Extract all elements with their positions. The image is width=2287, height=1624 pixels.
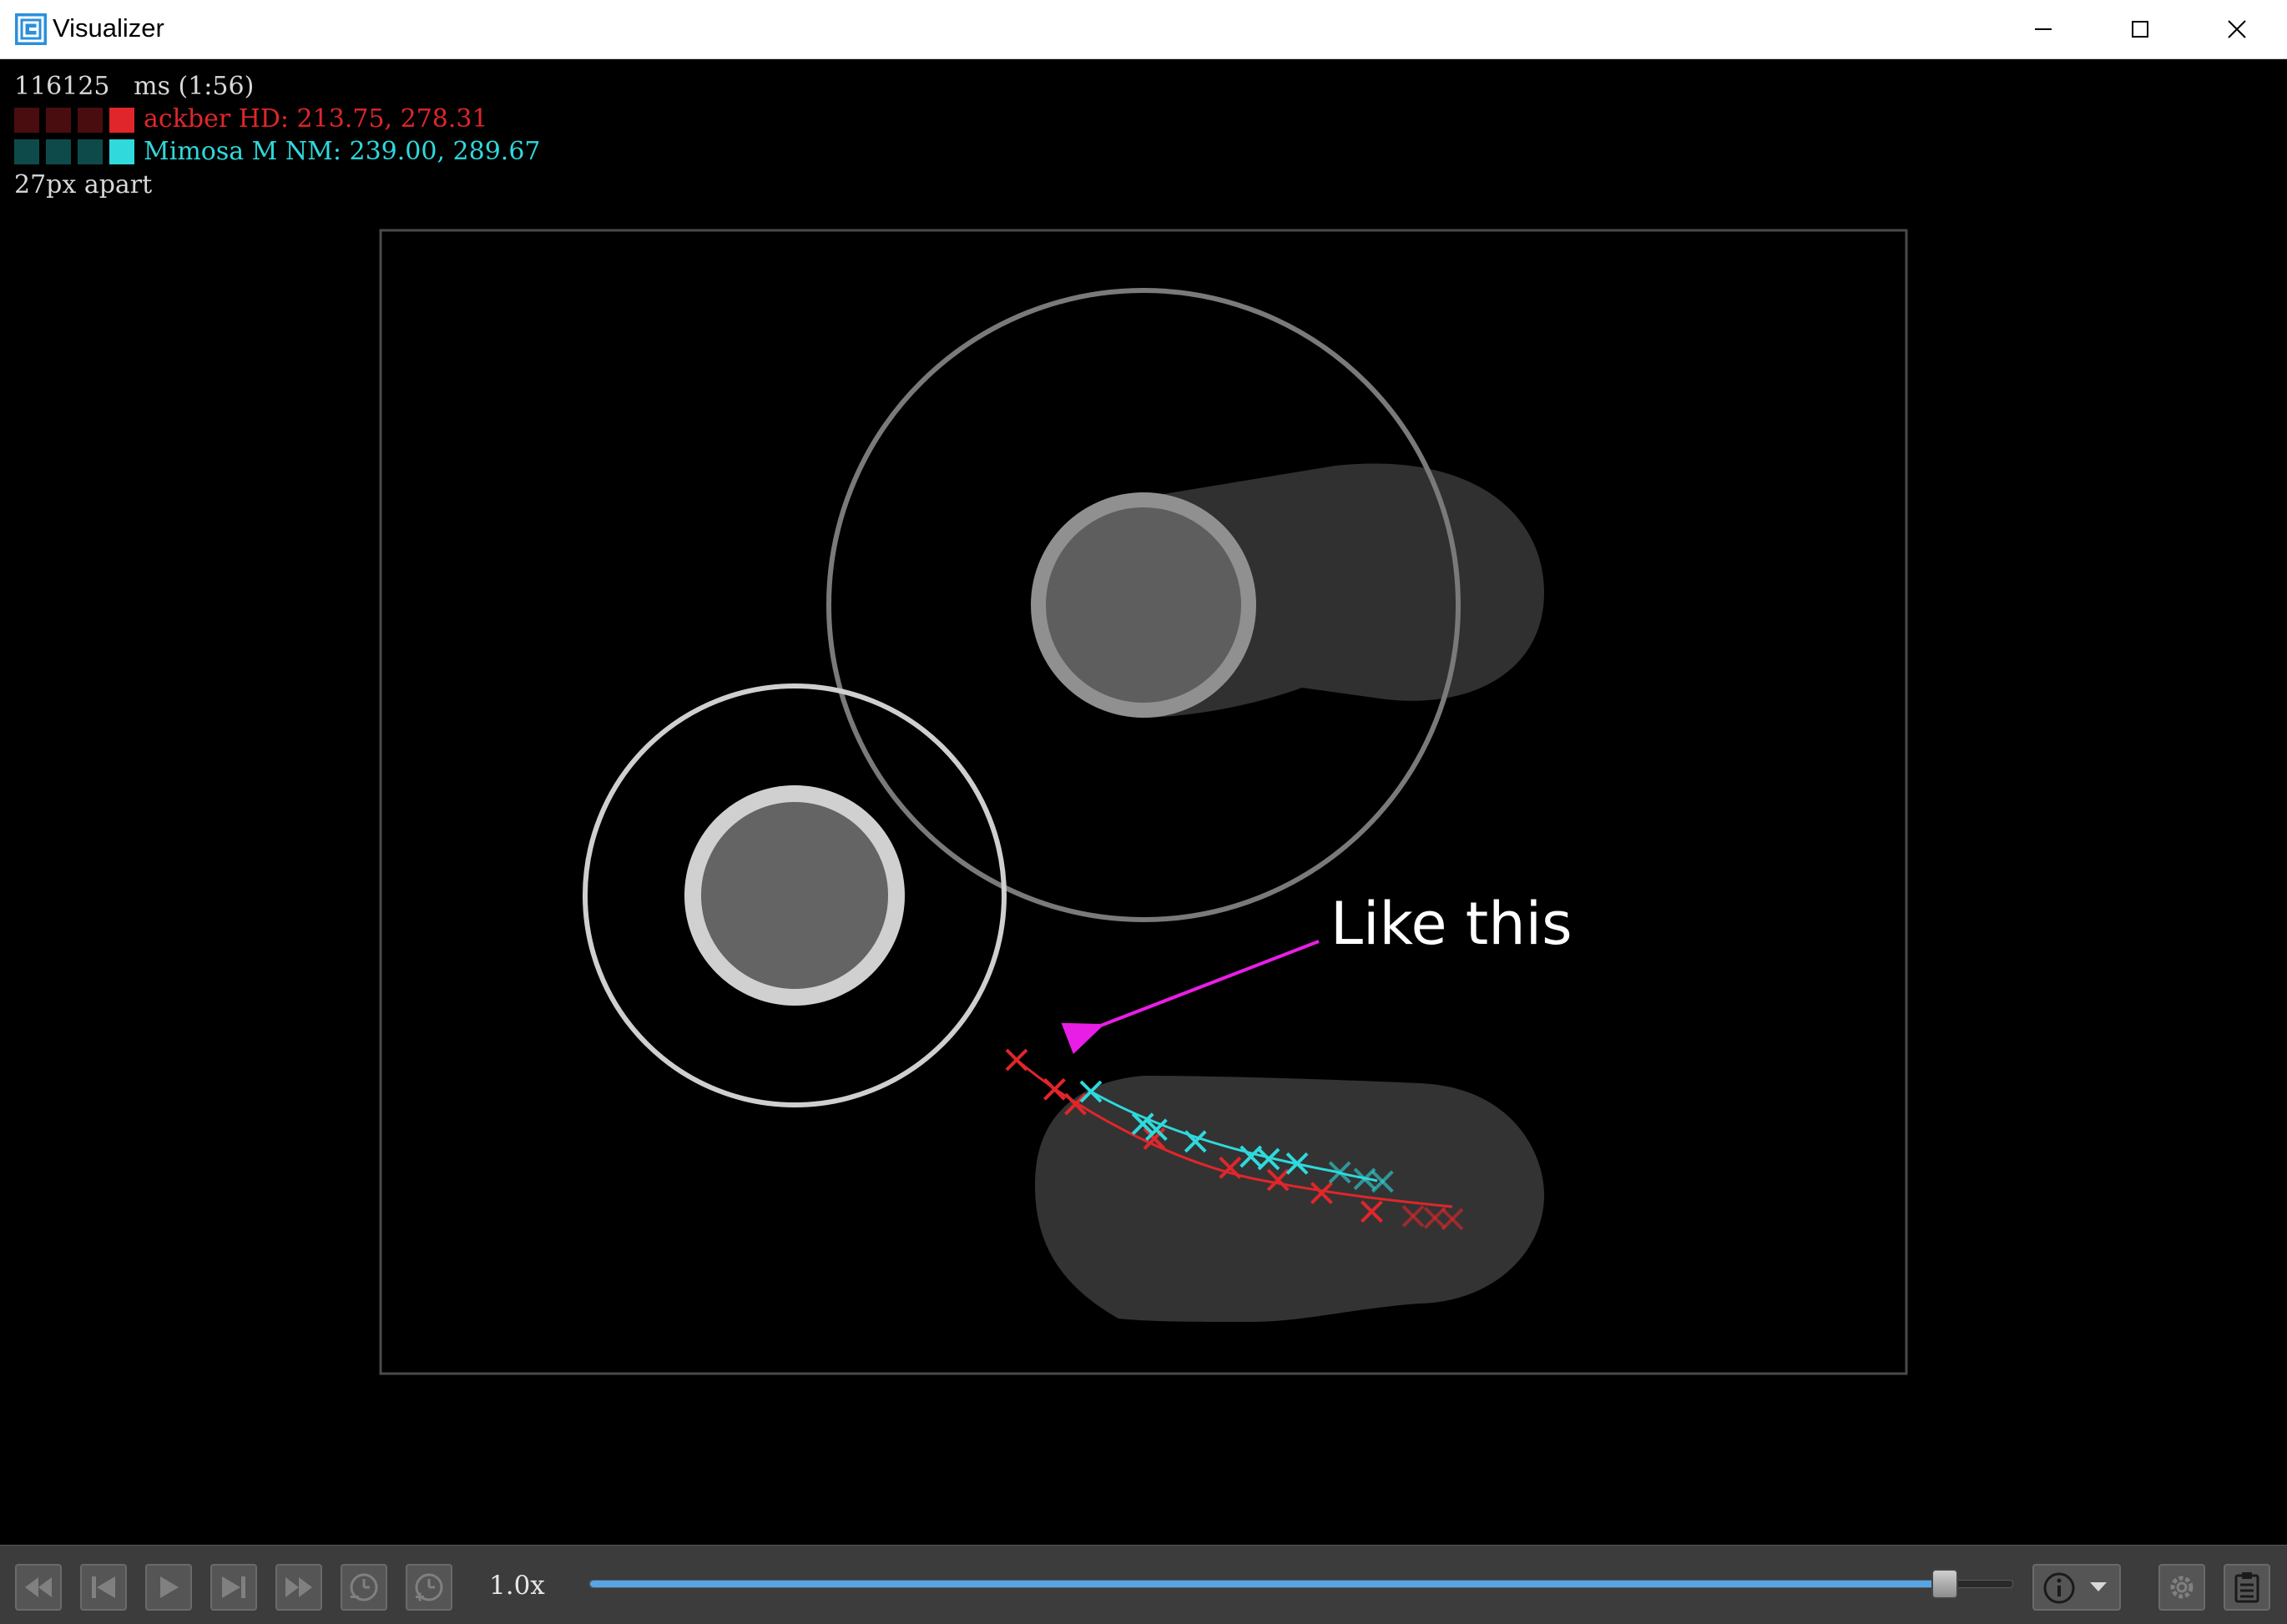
info-icon — [2043, 1572, 2075, 1604]
play-button[interactable] — [145, 1564, 192, 1611]
window-title-bar[interactable]: Visualizer — [0, 0, 2287, 59]
key-swatch — [78, 139, 103, 164]
step-back-button[interactable] — [80, 1564, 127, 1611]
skip-back-icon — [92, 1576, 115, 1598]
key-swatch — [109, 108, 134, 133]
fast-forward-button[interactable] — [275, 1564, 322, 1611]
slider-body — [1035, 1076, 1544, 1322]
player-red-swatches — [14, 108, 134, 133]
seek-bar-progress — [590, 1581, 1945, 1587]
key-swatch — [46, 139, 71, 164]
annotation-arrow — [1061, 940, 1320, 1055]
key-swatch — [46, 108, 71, 133]
distance-readout: 27px apart — [14, 170, 153, 199]
minimize-button[interactable] — [1995, 0, 2092, 58]
key-swatch — [78, 108, 103, 133]
hit-circle — [1031, 492, 1256, 718]
clipboard-button[interactable] — [2224, 1564, 2270, 1611]
play-icon — [160, 1576, 179, 1598]
seek-bar[interactable] — [589, 1580, 2013, 1588]
playback-speed: 1.0x — [489, 1571, 545, 1601]
faster-button[interactable] — [406, 1564, 452, 1611]
player-cyan-label: Mimosa M NM: 239.00, 289.67 — [144, 137, 541, 166]
rewind-button[interactable] — [15, 1564, 62, 1611]
clipboard-icon — [2234, 1572, 2259, 1603]
skip-forward-icon — [222, 1576, 245, 1598]
minimize-icon — [2035, 28, 2052, 30]
step-forward-button[interactable] — [210, 1564, 257, 1611]
close-icon — [2228, 20, 2246, 38]
key-swatch — [14, 139, 39, 164]
playback-toolbar: 1.0x — [0, 1545, 2287, 1624]
clock-minus-icon — [350, 1573, 378, 1601]
fast-forward-icon — [285, 1577, 312, 1597]
seek-bar-thumb[interactable] — [1931, 1569, 1959, 1599]
key-swatch — [14, 108, 39, 133]
playfield-canvas: Like this — [379, 229, 1908, 1375]
maximize-button[interactable] — [2092, 0, 2189, 58]
gear-icon — [2170, 1576, 2194, 1599]
rewind-icon — [25, 1577, 52, 1597]
key-swatch — [109, 139, 134, 164]
chevron-down-icon — [2090, 1582, 2107, 1591]
window-title: Visualizer — [53, 13, 164, 43]
settings-button[interactable] — [2158, 1564, 2205, 1611]
slower-button[interactable] — [341, 1564, 387, 1611]
close-button[interactable] — [2189, 0, 2285, 58]
visualizer-app-icon — [15, 13, 47, 45]
time-readout: 116125 ms (1:56) — [14, 72, 255, 101]
info-dropdown-button[interactable] — [2032, 1564, 2121, 1611]
player-cyan-swatches — [14, 139, 134, 164]
player-red-label: ackber HD: 213.75, 278.31 — [144, 104, 488, 134]
clock-plus-icon — [415, 1573, 443, 1601]
annotation-text: Like this — [1330, 890, 1573, 958]
maximize-icon — [2132, 21, 2148, 38]
hit-circle — [684, 785, 905, 1006]
